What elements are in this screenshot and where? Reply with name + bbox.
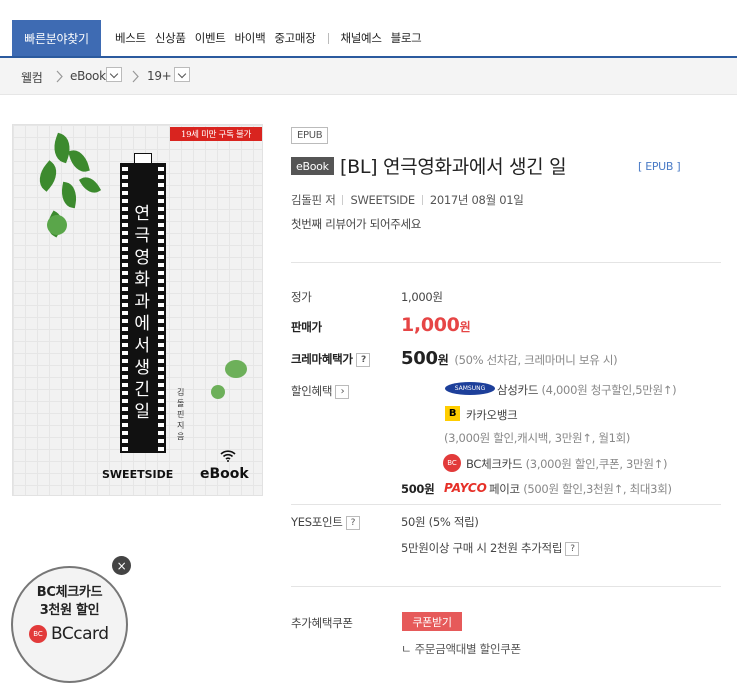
divider (291, 262, 721, 263)
discount-samsung: 삼성카드 (4,000원 청구할인,5만원↑) (497, 383, 677, 397)
format-tag: EPUB (291, 127, 329, 144)
divider (291, 586, 721, 587)
nav-channel-yes[interactable]: 채널예스 (341, 30, 382, 46)
crema-price-note: (50% 선차감, 크레마머니 보유 시) (454, 353, 618, 367)
chevron-right-icon (132, 70, 139, 83)
nav-buyback[interactable]: 바이백 (235, 30, 266, 46)
main-nav: 베스트 신상품 이벤트 바이백 중고매장 채널예스 블로그 (115, 30, 430, 46)
help-icon[interactable]: ? (356, 352, 371, 367)
cover-ebook-logo: eBook (200, 466, 249, 482)
chevron-right-icon[interactable]: › (335, 384, 350, 399)
breadcrumb-ebook[interactable]: eBook (70, 69, 106, 83)
breadcrumb-19plus[interactable]: 19+ (147, 69, 172, 83)
sale-price-label: 판매가 (291, 320, 322, 334)
breadcrumb: 웰컴 eBook 19+ (0, 58, 737, 95)
format-label: [ EPUB ] (638, 160, 681, 173)
nav-best[interactable]: 베스트 (115, 30, 146, 46)
meta-divider (342, 195, 344, 205)
author-link[interactable]: 김돌핀 저 (291, 192, 336, 208)
bc-logo-icon: BC (29, 625, 47, 643)
coupon-label: 추가혜택쿠폰 (291, 616, 353, 630)
leaf-decoration (211, 385, 225, 399)
wifi-icon (220, 450, 236, 462)
nav-divider (327, 32, 329, 44)
crema-price-label: 크레마혜택가 ? (291, 351, 371, 367)
get-coupon-button[interactable]: 쿠폰받기 (402, 612, 462, 631)
ebook-badge: eBook (291, 157, 334, 175)
points-extra: 5만원이상 구매 시 2천원 추가적립 ? (401, 540, 580, 556)
chevron-down-icon[interactable] (106, 67, 122, 82)
close-icon[interactable]: × (112, 556, 131, 575)
sale-price-value: 1,000원 (401, 314, 471, 336)
nav-event[interactable]: 이벤트 (195, 30, 226, 46)
bc-logo-text: BCcard (51, 624, 109, 644)
meta-divider (421, 195, 423, 205)
top-header: 빠른분야찾기 베스트 신상품 이벤트 바이백 중고매장 채널예스 블로그 (0, 0, 737, 58)
publisher-link[interactable]: SWEETSIDE (350, 193, 415, 207)
chevron-down-icon[interactable] (174, 67, 190, 82)
points-label: YES포인트 ? (291, 514, 360, 530)
discount-label: 할인혜택 › (291, 383, 350, 399)
bc-banner-line2: 3천원 할인 (39, 603, 100, 618)
breadcrumb-home[interactable]: 웰컴 (21, 69, 43, 86)
help-icon[interactable]: ? (345, 515, 360, 530)
samsung-card-logo: SAMSUNG (445, 382, 495, 395)
leaf-decoration (225, 360, 247, 378)
bc-card-logo: BC BCcard (29, 624, 116, 644)
coupon-note: ㄴ 주문금액대별 할인쿠폰 (401, 642, 521, 656)
product-meta: 김돌핀 저 SWEETSIDE 2017년 08월 01일 (291, 192, 524, 208)
film-strip-illustration: 연극영화과에서 생긴 일 (120, 163, 166, 453)
category-finder-button[interactable]: 빠른분야찾기 (12, 20, 101, 56)
list-price-label: 정가 (291, 290, 312, 304)
bc-card-logo: BC (443, 454, 461, 472)
kakaobank-logo: B (445, 406, 460, 421)
nav-blog[interactable]: 블로그 (391, 30, 422, 46)
list-price-value: 1,000원 (401, 290, 443, 304)
points-value: 50원 (5% 적립) (401, 515, 479, 529)
first-review-link[interactable]: 첫번째 리뷰어가 되어주세요 (291, 216, 421, 232)
discount-kakaobank-detail: (3,000원 할인,캐시백, 3만원↑, 월1회) (444, 431, 631, 445)
help-icon[interactable]: ? (565, 541, 580, 556)
discount-bc-check: BC체크카드 (3,000원 할인,쿠폰, 3만원↑) (466, 457, 668, 471)
bc-card-promo-banner[interactable]: BC체크카드 3천원 할인 BC BCcard (11, 566, 128, 683)
chevron-right-icon (56, 70, 63, 83)
crema-price-value: 500원 (50% 선차감, 크레마머니 보유 시) (401, 348, 618, 369)
product-title: [BL] 연극영화과에서 생긴 일 (340, 156, 567, 178)
payco-logo: PAYCO (444, 481, 487, 495)
discount-kakaobank: 카카오뱅크 (466, 408, 518, 422)
book-cover-image[interactable]: 19세 미만 구독 불가 연극영화과에서 생긴 일 김돌핀 지음 (12, 124, 263, 496)
cover-title-vertical: 연극영화과에서 생긴 일 (134, 204, 150, 422)
payco-amount: 500원 (401, 482, 435, 496)
nav-used-store[interactable]: 중고매장 (274, 30, 315, 46)
cover-author-vertical: 김돌핀 지음 (177, 388, 185, 441)
discount-payco: 페이코 (500원 할인,3천원↑, 최대3회) (489, 482, 672, 496)
nav-new[interactable]: 신상품 (155, 30, 186, 46)
cover-publisher: SWEETSIDE (102, 468, 174, 481)
bc-banner-line1: BC체크카드 (36, 585, 103, 600)
age-restriction-banner: 19세 미만 구독 불가 (170, 127, 262, 141)
publish-date: 2017년 08월 01일 (429, 193, 524, 207)
divider (291, 504, 721, 505)
